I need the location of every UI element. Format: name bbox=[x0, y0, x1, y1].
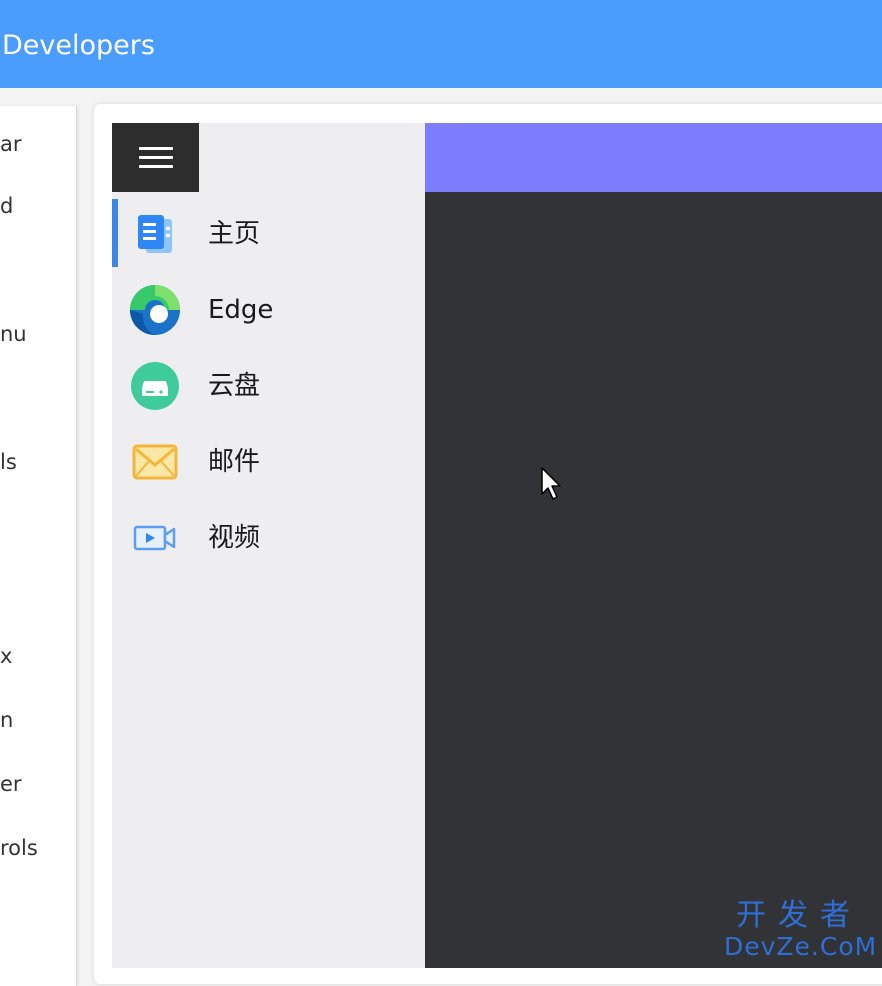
left-nav-item[interactable]: n bbox=[0, 708, 13, 732]
left-navigation-panel: ar d nu ls x n er rols bbox=[0, 106, 77, 986]
left-nav-item[interactable]: ar bbox=[0, 132, 22, 156]
left-nav-item[interactable]: ls bbox=[0, 450, 17, 474]
content-header bbox=[425, 123, 882, 192]
app-title: Developers bbox=[2, 30, 155, 61]
watermark: 开发者 DevZe.CoM bbox=[724, 898, 878, 966]
app-title-bar: Developers bbox=[0, 0, 882, 88]
nav-item-label: Edge bbox=[208, 295, 274, 325]
nav-item-label: 视频 bbox=[208, 523, 261, 553]
nav-item-label: 邮件 bbox=[208, 447, 261, 477]
edge-browser-icon bbox=[128, 283, 182, 337]
navigation-view-pane: 主页 Edge 云盘 邮件 视频 bbox=[112, 123, 425, 968]
cloud-drive-icon bbox=[128, 359, 182, 413]
nav-item-edge[interactable]: Edge bbox=[112, 271, 425, 347]
watermark-line1: 开发者 bbox=[736, 898, 862, 933]
nav-item-mail[interactable]: 邮件 bbox=[112, 423, 425, 499]
left-nav-item[interactable]: d bbox=[0, 194, 13, 218]
mouse-cursor-icon bbox=[540, 466, 564, 502]
hamburger-icon bbox=[138, 146, 173, 170]
document-icon bbox=[128, 207, 182, 261]
left-nav-item[interactable]: rols bbox=[0, 836, 38, 860]
nav-item-home[interactable]: 主页 bbox=[112, 195, 425, 271]
selected-indicator bbox=[112, 199, 118, 267]
nav-item-label: 云盘 bbox=[208, 371, 261, 401]
left-nav-item[interactable]: x bbox=[0, 644, 12, 668]
content-frame bbox=[425, 192, 882, 968]
pane-toggle-button[interactable] bbox=[112, 123, 199, 192]
nav-item-label: 主页 bbox=[208, 219, 261, 249]
nav-item-cloud-drive[interactable]: 云盘 bbox=[112, 347, 425, 423]
left-nav-item[interactable]: nu bbox=[0, 322, 27, 346]
left-nav-item[interactable]: er bbox=[0, 772, 22, 796]
nav-item-video[interactable]: 视频 bbox=[112, 499, 425, 575]
mail-icon bbox=[128, 435, 182, 489]
video-icon bbox=[128, 511, 182, 565]
watermark-line2: DevZe.CoM bbox=[724, 932, 878, 961]
